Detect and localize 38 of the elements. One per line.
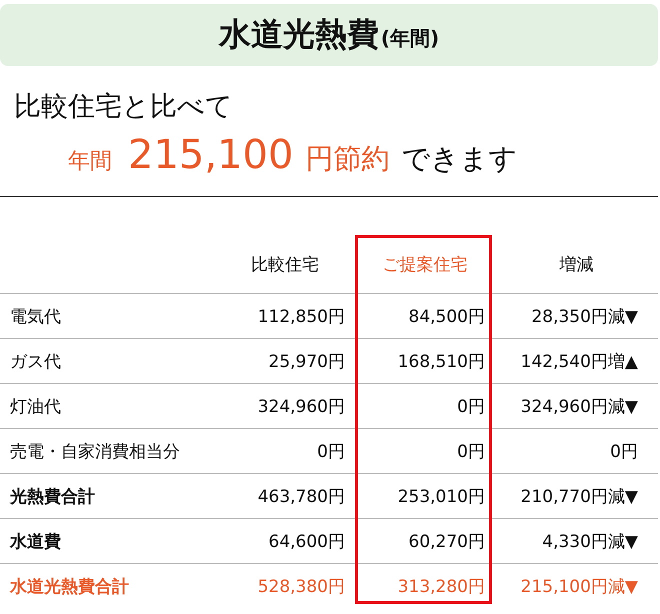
saving-period: 年間: [68, 148, 112, 176]
row-label: 灯油代: [9, 396, 62, 418]
row-label: 水道費: [8, 530, 62, 552]
table-cell-text: 84,500円: [408, 306, 486, 328]
row-label: 水道光熱費合計: [8, 576, 130, 598]
table-cell-text: 528,380円: [256, 576, 346, 598]
column-header: 増減: [558, 254, 594, 276]
row-label: ガス代: [9, 350, 62, 372]
row-label: 電気代: [9, 306, 62, 328]
table-cell-text: 64,600円: [268, 530, 346, 552]
table-cell-text: 215,100円減▼: [520, 576, 639, 598]
table-cell-text: 28,350円減▼: [530, 306, 639, 328]
lead-text: 比較住宅と比べて: [14, 90, 234, 124]
table-cell-text: 313,280円: [396, 576, 486, 598]
page-title: 水道光熱費: [218, 14, 379, 55]
table-cell-text: 324,960円: [256, 396, 346, 418]
saving-unit: 円節約: [305, 141, 390, 177]
title-suffix: (年間): [380, 24, 440, 52]
table-cell-text: 168,510円: [396, 350, 486, 372]
table-cell-text: 253,010円: [396, 486, 486, 508]
table-cell-text: 210,770円減▼: [520, 486, 639, 508]
table-cell-text: 0円: [316, 440, 346, 462]
table-cell-text: 112,850円: [256, 306, 346, 328]
table-cell-text: 0円: [609, 440, 639, 462]
table-cell-text: 0円: [456, 396, 486, 418]
table-cell-text: 142,540円増▲: [520, 350, 639, 372]
table-cell-text: 324,960円減▼: [520, 396, 639, 418]
row-label: 売電・自家消費相当分: [9, 440, 181, 462]
saving-suffix: できます: [401, 141, 518, 177]
table-cell-text: 60,270円: [408, 530, 486, 552]
saving-amount: 215,100: [128, 132, 294, 178]
table-cell-text: 25,970円: [268, 350, 346, 372]
table-cell-text: 463,780円: [256, 486, 346, 508]
column-header: 比較住宅: [250, 254, 320, 276]
column-header: ご提案住宅: [382, 254, 468, 276]
row-label: 光熱費合計: [8, 486, 96, 508]
table-cell-text: 4,330円減▼: [541, 530, 639, 552]
table-cell-text: 0円: [456, 440, 486, 462]
